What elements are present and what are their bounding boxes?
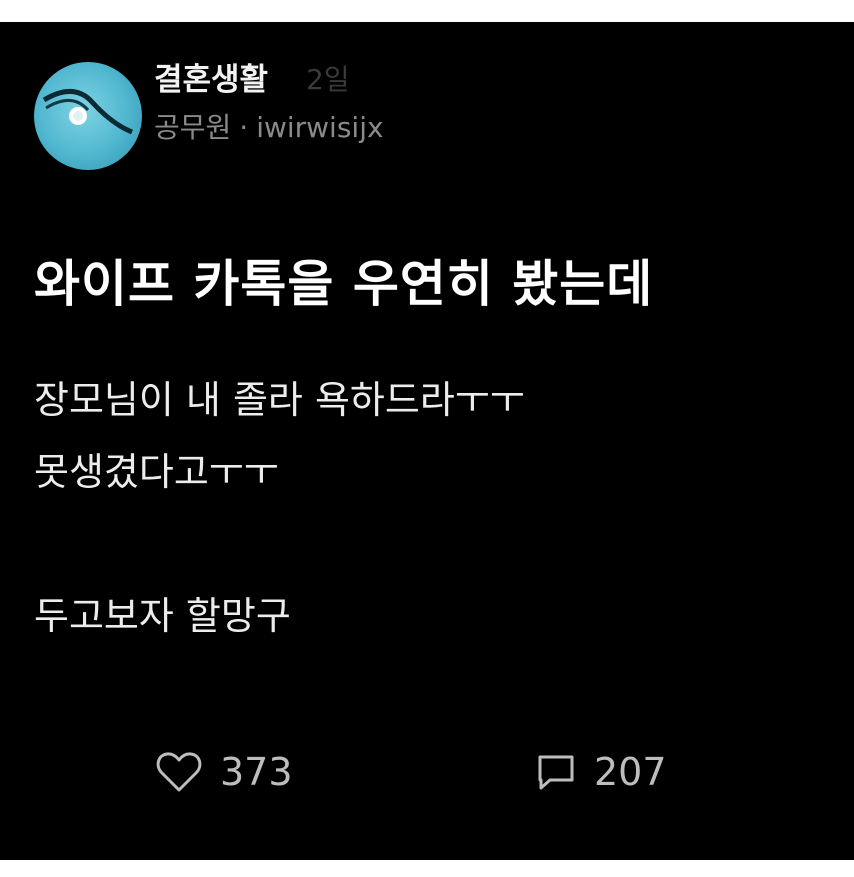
post-card[interactable]: 결혼생활 2일 공무원 · iwirwisijx 와이프 카톡을 우연히 봤는데 장… <box>0 22 854 860</box>
comment-button[interactable]: 207 <box>536 750 667 794</box>
author-job: 공무원 <box>154 111 232 144</box>
like-button[interactable]: 373 <box>156 750 293 794</box>
comment-icon <box>538 755 574 790</box>
ring-icon <box>42 89 133 135</box>
post-body: 장모님이 내 졸라 욕하드라ㅜㅜ 못생겼다고ㅜㅜ 두고보자 할망구 <box>34 364 525 652</box>
like-count: 373 <box>220 750 293 794</box>
community-avatar[interactable] <box>34 62 142 170</box>
body-line <box>34 508 525 580</box>
body-line: 두고보자 할망구 <box>34 594 291 638</box>
community-name[interactable]: 결혼생활 <box>154 54 268 99</box>
body-line: 장모님이 내 졸라 욕하드라ㅜㅜ <box>34 378 525 422</box>
author-meta: 공무원 · iwirwisijx <box>154 106 384 146</box>
author-id[interactable]: iwirwisijx <box>256 111 383 144</box>
comment-count: 207 <box>594 750 667 794</box>
post-time: 2일 <box>306 63 350 96</box>
post-title: 와이프 카톡을 우연히 봤는데 <box>34 255 654 313</box>
heart-icon <box>156 752 202 792</box>
meta-separator: · <box>239 111 249 144</box>
body-line: 못생겼다고ㅜㅜ <box>34 450 279 494</box>
